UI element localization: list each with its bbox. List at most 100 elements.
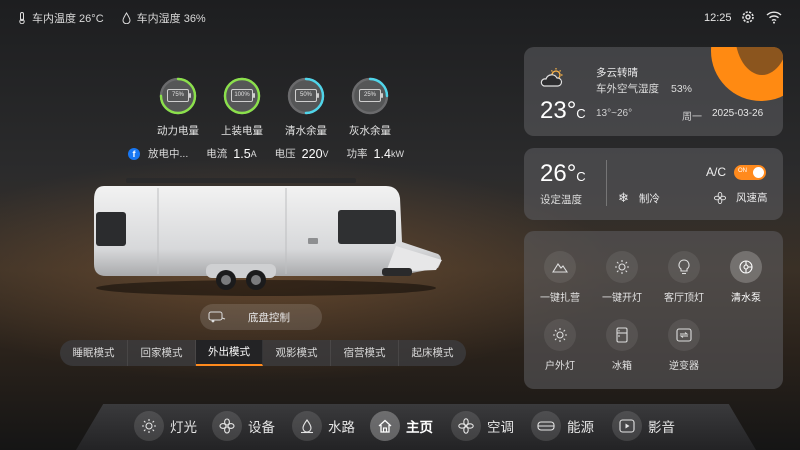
gauge-label: 动力电量 [157, 125, 199, 137]
mode-camping[interactable]: 宿营模式 [331, 340, 399, 366]
device-living-ceiling-light[interactable]: 客厅顶灯 [654, 251, 714, 304]
mountain-icon [552, 263, 568, 273]
device-label: 一键扎营 [540, 293, 580, 304]
device-outdoor-light[interactable]: 户外灯 [530, 319, 590, 372]
mode-wakeup[interactable]: 起床模式 [399, 340, 466, 366]
nav-label: 能源 [567, 420, 594, 435]
ac-mode-cool[interactable]: ❄ 制冷 [618, 190, 660, 206]
ac-set-label: 设定温度 [540, 194, 582, 206]
device-inverter[interactable]: 逆变器 [654, 319, 714, 372]
device-label: 清水泵 [731, 293, 761, 304]
tank-icon: 25% [359, 89, 383, 102]
energy-icon [537, 421, 555, 431]
device-fridge[interactable]: 冰箱 [592, 319, 652, 372]
tank-icon: 50% [295, 89, 319, 102]
inverter-icon [676, 328, 692, 342]
outdoor-temp-value: 23° [540, 97, 577, 124]
mode-home[interactable]: 回家模式 [128, 340, 196, 366]
divider [606, 160, 607, 206]
power-label: 功率 [346, 148, 368, 160]
sun-icon [615, 260, 629, 274]
indoor-temperature: 车内温度 26°C [32, 13, 104, 25]
device-one-key-camp[interactable]: 一键扎营 [530, 251, 590, 304]
mode-sleep[interactable]: 睡眠模式 [60, 340, 128, 366]
temperature-range: 13°~26° [596, 108, 633, 119]
nav-media[interactable]: 影音 [612, 411, 675, 441]
ac-mode-label: 制冷 [638, 192, 660, 205]
outdoor-humidity-value: 53% [671, 83, 693, 95]
nav-label: 水路 [328, 420, 355, 435]
device-label: 户外灯 [545, 361, 575, 372]
current-unit: A [250, 148, 257, 159]
gauge-label: 清水余量 [285, 125, 327, 137]
date: 2025-03-26 [712, 108, 764, 119]
ac-power-toggle[interactable]: ON [734, 165, 766, 180]
indoor-humidity: 车内湿度 36% [136, 13, 206, 25]
pump-icon [739, 260, 753, 274]
sun-icon [553, 328, 567, 342]
nav-label: 灯光 [170, 420, 197, 435]
water-icon [301, 419, 313, 434]
nav-air-conditioning[interactable]: 空调 [451, 411, 514, 441]
voltage-unit: V [322, 148, 329, 159]
weather-condition: 多云转晴 [596, 67, 638, 79]
nav-lights[interactable]: 灯光 [134, 411, 197, 441]
weekday: 周一 [682, 112, 702, 123]
nav-home[interactable]: 主页 [370, 411, 433, 441]
nav-label: 影音 [648, 420, 675, 435]
ac-temp-unit: C [576, 169, 586, 184]
device-fresh-water-pump[interactable]: 清水泵 [716, 251, 776, 304]
settings-gear-icon[interactable] [740, 9, 756, 25]
device-label: 客厅顶灯 [664, 293, 704, 304]
fan-icon [458, 418, 474, 434]
caravan-image [94, 178, 442, 296]
battery-icon: 75% [167, 89, 191, 102]
fan-icon [714, 191, 726, 204]
sun-decoration [711, 47, 783, 101]
ac-card: 26°C 设定温度 A/C ON ❄ 制冷 风速高 [524, 148, 783, 220]
gauge-grey-water: 25% 灰水余量 [346, 76, 394, 138]
snowflake-icon: ❄ [618, 190, 629, 205]
chassis-control-button[interactable]: 底盘控制 [200, 304, 322, 330]
status-bar: 车内温度 26°C 车内湿度 36% [18, 10, 216, 26]
toggle-text: ON [738, 168, 747, 174]
ac-set-temperature[interactable]: 26°C [540, 160, 586, 188]
nav-water[interactable]: 水路 [292, 411, 355, 441]
chassis-control-label: 底盘控制 [248, 311, 290, 324]
gauge-house-battery: 100% 上装电量 [218, 76, 266, 138]
gauge-label: 上装电量 [221, 125, 263, 137]
voltage-value: 220 [301, 146, 323, 161]
fridge-icon [616, 327, 628, 343]
power-metrics: f 放电中... 电流 1.5 A 电压 220 V 功率 1.4 kW [128, 146, 404, 161]
device-label: 一键开灯 [602, 293, 642, 304]
gauge-label: 灰水余量 [349, 125, 391, 137]
partly-cloudy-icon [540, 68, 563, 87]
outdoor-humidity: 车外空气湿度 53% [596, 81, 692, 96]
power-value: 1.4 [373, 146, 391, 161]
devices-icon [219, 418, 235, 434]
droplet-icon [122, 12, 131, 24]
mode-outing[interactable]: 外出模式 [196, 340, 263, 366]
device-label: 冰箱 [612, 361, 632, 372]
clock: 12:25 [704, 12, 732, 24]
outdoor-temp-unit: C [576, 106, 586, 121]
toggle-knob [753, 167, 764, 178]
nav-devices[interactable]: 设备 [212, 411, 275, 441]
discharge-icon: f [128, 147, 140, 160]
nav-label: 空调 [487, 420, 514, 435]
power-unit: kW [390, 148, 404, 159]
mode-movie[interactable]: 观影模式 [263, 340, 331, 366]
voltage-label: 电压 [274, 148, 296, 160]
ac-temp-value: 26° [540, 160, 577, 187]
ac-fan-speed[interactable]: 风速高 [714, 190, 768, 205]
nav-energy[interactable]: 能源 [531, 411, 594, 441]
ac-label: A/C [706, 165, 727, 179]
device-one-key-lights[interactable]: 一键开灯 [592, 251, 652, 304]
device-controls-card: 一键扎营 一键开灯 客厅顶灯 清水泵 户外灯 冰箱 逆变器 [524, 231, 783, 389]
home-icon [378, 419, 392, 433]
media-icon [619, 419, 635, 433]
weather-card: 23°C 多云转晴 车外空气湿度 53% 13°~26° 周一 2025-03-2… [524, 47, 783, 136]
current-label: 电流 [206, 148, 228, 160]
outdoor-temperature: 23°C [540, 97, 586, 125]
scene-mode-bar: 睡眠模式 回家模式 外出模式 观影模式 宿营模式 起床模式 [60, 340, 466, 366]
